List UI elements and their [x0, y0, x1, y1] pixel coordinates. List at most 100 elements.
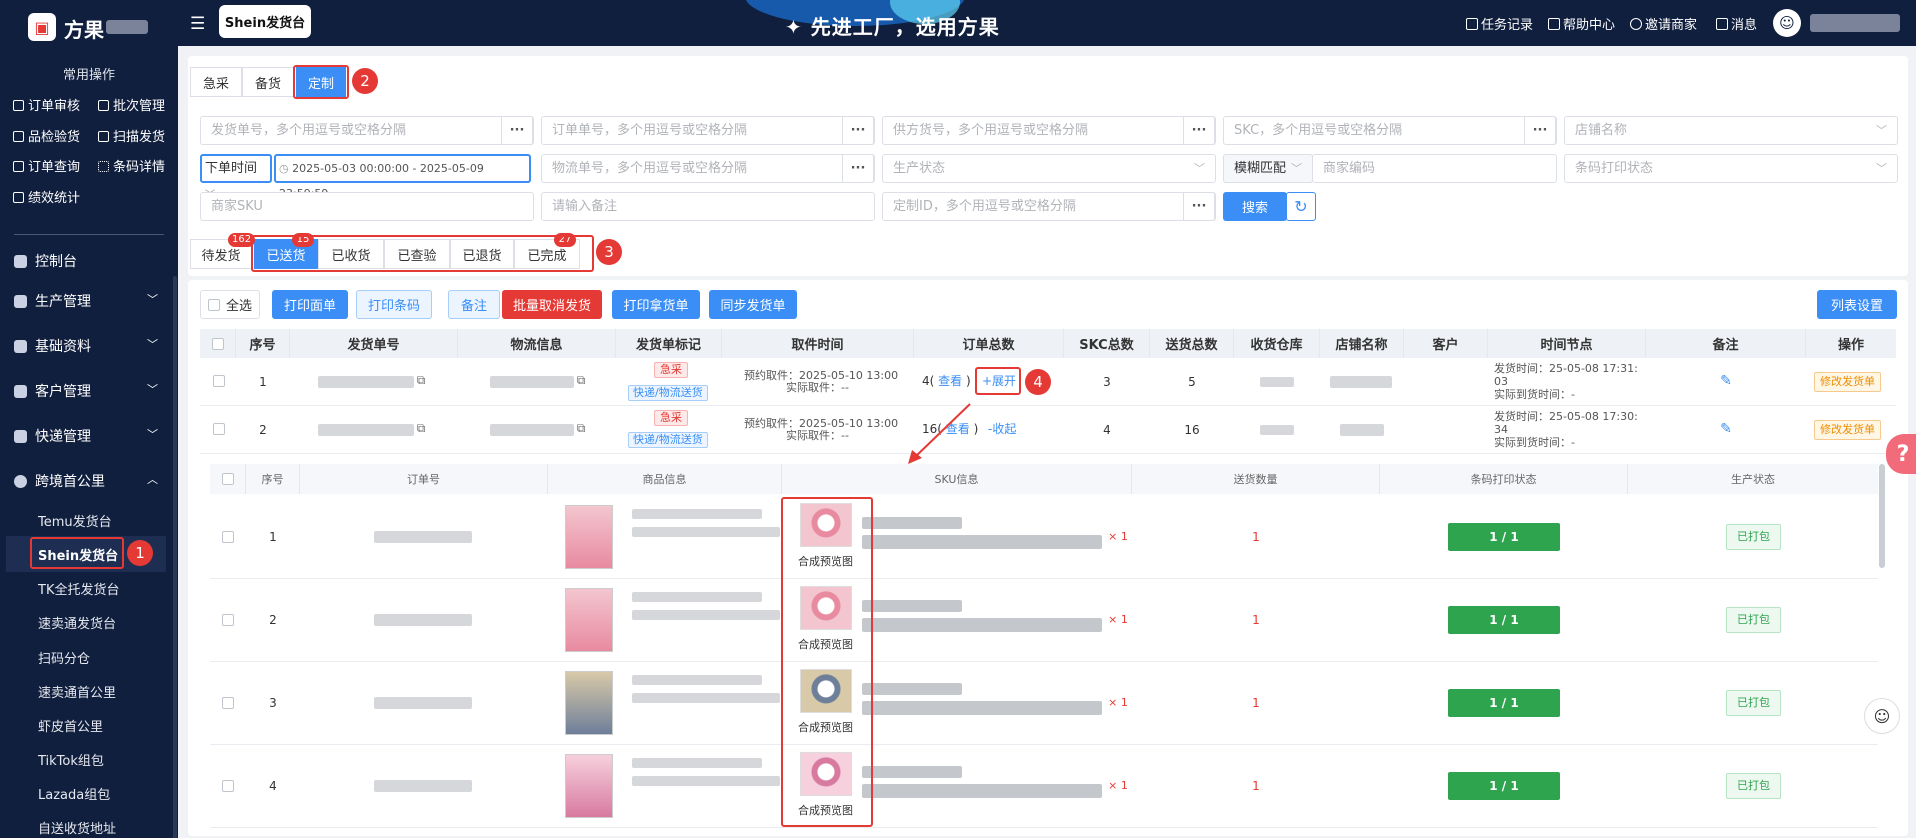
- select-all-checkbox[interactable]: 全选: [200, 290, 260, 319]
- print-pick-list-button[interactable]: 打印拿货单: [612, 290, 700, 319]
- quick-order-review[interactable]: 订单审核: [13, 95, 80, 114]
- refresh-icon[interactable]: ↻: [1286, 192, 1316, 221]
- copy-icon[interactable]: ⧉: [414, 420, 428, 436]
- row-checkbox[interactable]: [213, 423, 225, 435]
- print-barcode-button[interactable]: 打印条码: [356, 290, 432, 319]
- sidebar-item-crossborder[interactable]: 跨境首公里 ︿: [14, 471, 162, 491]
- more-icon[interactable]: ···: [842, 117, 874, 144]
- user-avatar[interactable]: ☺: [1773, 9, 1801, 37]
- production-status-tag: 已打包: [1726, 606, 1781, 633]
- date-range-picker[interactable]: ◷ 2025-05-03 00:00:00 - 2025-05-09 23:59…: [274, 154, 531, 200]
- sidebar-sub-shopee[interactable]: 虾皮首公里: [38, 716, 103, 735]
- product-thumbnail[interactable]: [565, 671, 613, 735]
- header-checkbox[interactable]: [200, 329, 236, 358]
- sku-info-blurred: [862, 535, 1102, 549]
- more-icon[interactable]: ···: [501, 117, 533, 144]
- nav-help-center[interactable]: 帮助中心: [1548, 14, 1615, 33]
- sidebar-sub-aliexpress-firstmile[interactable]: 速卖通首公里: [38, 682, 116, 701]
- custom-id-input[interactable]: 定制ID，多个用逗号或空格分隔 ···: [882, 192, 1216, 221]
- collapse-link[interactable]: -收起: [988, 423, 1016, 436]
- basic-data-icon: [14, 340, 27, 353]
- user-name-blurred[interactable]: [1810, 14, 1900, 32]
- sidebar-sub-temu[interactable]: Temu发货台: [38, 511, 112, 530]
- barcode-print-status[interactable]: 1 / 1: [1448, 522, 1560, 551]
- express-icon: [14, 430, 27, 443]
- sync-shipment-button[interactable]: 同步发货单: [709, 290, 797, 319]
- more-icon[interactable]: ···: [1524, 117, 1556, 144]
- copy-icon[interactable]: ⧉: [574, 372, 588, 388]
- sidebar-sub-lazada[interactable]: Lazada组包: [38, 784, 110, 803]
- row-checkbox[interactable]: [222, 696, 234, 709]
- sidebar-item-production[interactable]: 生产管理 ﹀: [14, 291, 162, 311]
- nav-messages[interactable]: 消息: [1716, 14, 1757, 33]
- tab-shein-console[interactable]: Shein发货台: [219, 5, 311, 38]
- sidebar-scrollbar[interactable]: [173, 276, 177, 838]
- sidebar-item-basic-data[interactable]: 基础资料 ﹀: [14, 336, 162, 356]
- view-link[interactable]: 查看: [938, 374, 962, 388]
- supplier-sku-input[interactable]: 供方货号，多个用逗号或空格分隔 ···: [882, 116, 1216, 145]
- time-type-select[interactable]: 下单时间 ﹀: [200, 154, 272, 201]
- barcode-print-status[interactable]: 1 / 1: [1448, 688, 1560, 717]
- remark-input[interactable]: 请输入备注: [541, 192, 875, 221]
- merchant-code-input[interactable]: 商家编码: [1312, 154, 1557, 183]
- row-checkbox[interactable]: [222, 779, 234, 792]
- quick-label: 绩效统计: [28, 191, 81, 206]
- shipment-no-input[interactable]: 发货单号，多个用逗号或空格分隔 ···: [200, 116, 534, 145]
- sidebar-item-dashboard[interactable]: 控制台: [14, 251, 162, 271]
- print-label-button[interactable]: 打印面单: [272, 290, 348, 319]
- remark-button[interactable]: 备注: [448, 290, 500, 319]
- skc-input[interactable]: SKC，多个用逗号或空格分隔 ···: [1223, 116, 1557, 145]
- tab-urgent[interactable]: 急采: [190, 67, 242, 97]
- sidebar-sub-aliexpress[interactable]: 速卖通发货台: [38, 613, 116, 632]
- quick-barcode-detail[interactable]: 条码详情: [98, 156, 165, 175]
- assistant-avatar-icon[interactable]: ☺: [1864, 698, 1900, 734]
- barcode-print-status[interactable]: 1 / 1: [1448, 771, 1560, 800]
- more-icon[interactable]: ···: [1183, 117, 1215, 144]
- edit-icon[interactable]: ✎: [1716, 420, 1736, 438]
- list-settings-button[interactable]: 列表设置: [1817, 290, 1897, 319]
- row-checkbox[interactable]: [213, 375, 225, 387]
- store-name-select[interactable]: 店铺名称 ﹀: [1564, 116, 1898, 145]
- match-mode-select[interactable]: 模糊匹配 ﹀: [1223, 154, 1313, 183]
- quick-scan-ship[interactable]: 扫描发货: [98, 126, 165, 145]
- sub-header-checkbox[interactable]: [210, 464, 246, 494]
- sidebar-sub-scan-sort[interactable]: 扫码分仓: [38, 648, 90, 667]
- sidebar-item-express[interactable]: 快递管理 ﹀: [14, 426, 162, 446]
- product-title-blurred: [632, 509, 762, 519]
- nav-invite-merchant[interactable]: 邀请商家: [1630, 14, 1697, 33]
- help-float-icon[interactable]: ?: [1886, 434, 1916, 474]
- quick-order-query[interactable]: 订单查询: [13, 156, 80, 175]
- sidebar-sub-self-address[interactable]: 自送收货地址: [38, 818, 116, 837]
- batch-cancel-button[interactable]: 批量取消发货: [502, 290, 602, 319]
- product-thumbnail[interactable]: [565, 588, 613, 652]
- copy-icon[interactable]: ⧉: [574, 420, 588, 436]
- quick-performance[interactable]: 绩效统计: [13, 187, 80, 206]
- edit-shipment-button[interactable]: 修改发货单: [1814, 420, 1881, 440]
- row-checkbox[interactable]: [222, 530, 234, 543]
- tab-stock[interactable]: 备货: [242, 67, 294, 97]
- menu-toggle-icon[interactable]: ☰: [190, 14, 205, 34]
- production-status-select[interactable]: 生产状态 ﹀: [882, 154, 1216, 183]
- barcode-print-status-select[interactable]: 条码打印状态 ﹀: [1564, 154, 1898, 183]
- order-no-input[interactable]: 订单单号，多个用逗号或空格分隔 ···: [541, 116, 875, 145]
- quick-batch-manage[interactable]: 批次管理: [98, 95, 165, 114]
- sidebar-sub-tk[interactable]: TK全托发货台: [38, 579, 119, 598]
- product-thumbnail[interactable]: [565, 754, 613, 818]
- merchant-sku-input[interactable]: 商家SKU: [200, 192, 534, 221]
- edit-shipment-button[interactable]: 修改发货单: [1814, 372, 1881, 392]
- sidebar-sub-tiktok[interactable]: TikTok组包: [38, 750, 104, 769]
- nav-task-records[interactable]: 任务记录: [1466, 14, 1533, 33]
- row-index: 1: [269, 529, 277, 544]
- more-icon[interactable]: ···: [1183, 193, 1215, 220]
- barcode-print-status[interactable]: 1 / 1: [1448, 605, 1560, 634]
- quick-quality-check[interactable]: 品检验货: [13, 126, 80, 145]
- product-thumbnail[interactable]: [565, 505, 613, 569]
- copy-icon[interactable]: ⧉: [414, 372, 428, 388]
- more-icon[interactable]: ···: [842, 155, 874, 182]
- row-checkbox[interactable]: [222, 613, 234, 626]
- logistics-no-input[interactable]: 物流单号，多个用逗号或空格分隔 ···: [541, 154, 875, 183]
- sidebar-item-customers[interactable]: 客户管理 ﹀: [14, 381, 162, 401]
- search-button[interactable]: 搜索: [1223, 192, 1287, 221]
- sub-table-scrollbar[interactable]: [1879, 464, 1885, 568]
- edit-icon[interactable]: ✎: [1716, 372, 1736, 390]
